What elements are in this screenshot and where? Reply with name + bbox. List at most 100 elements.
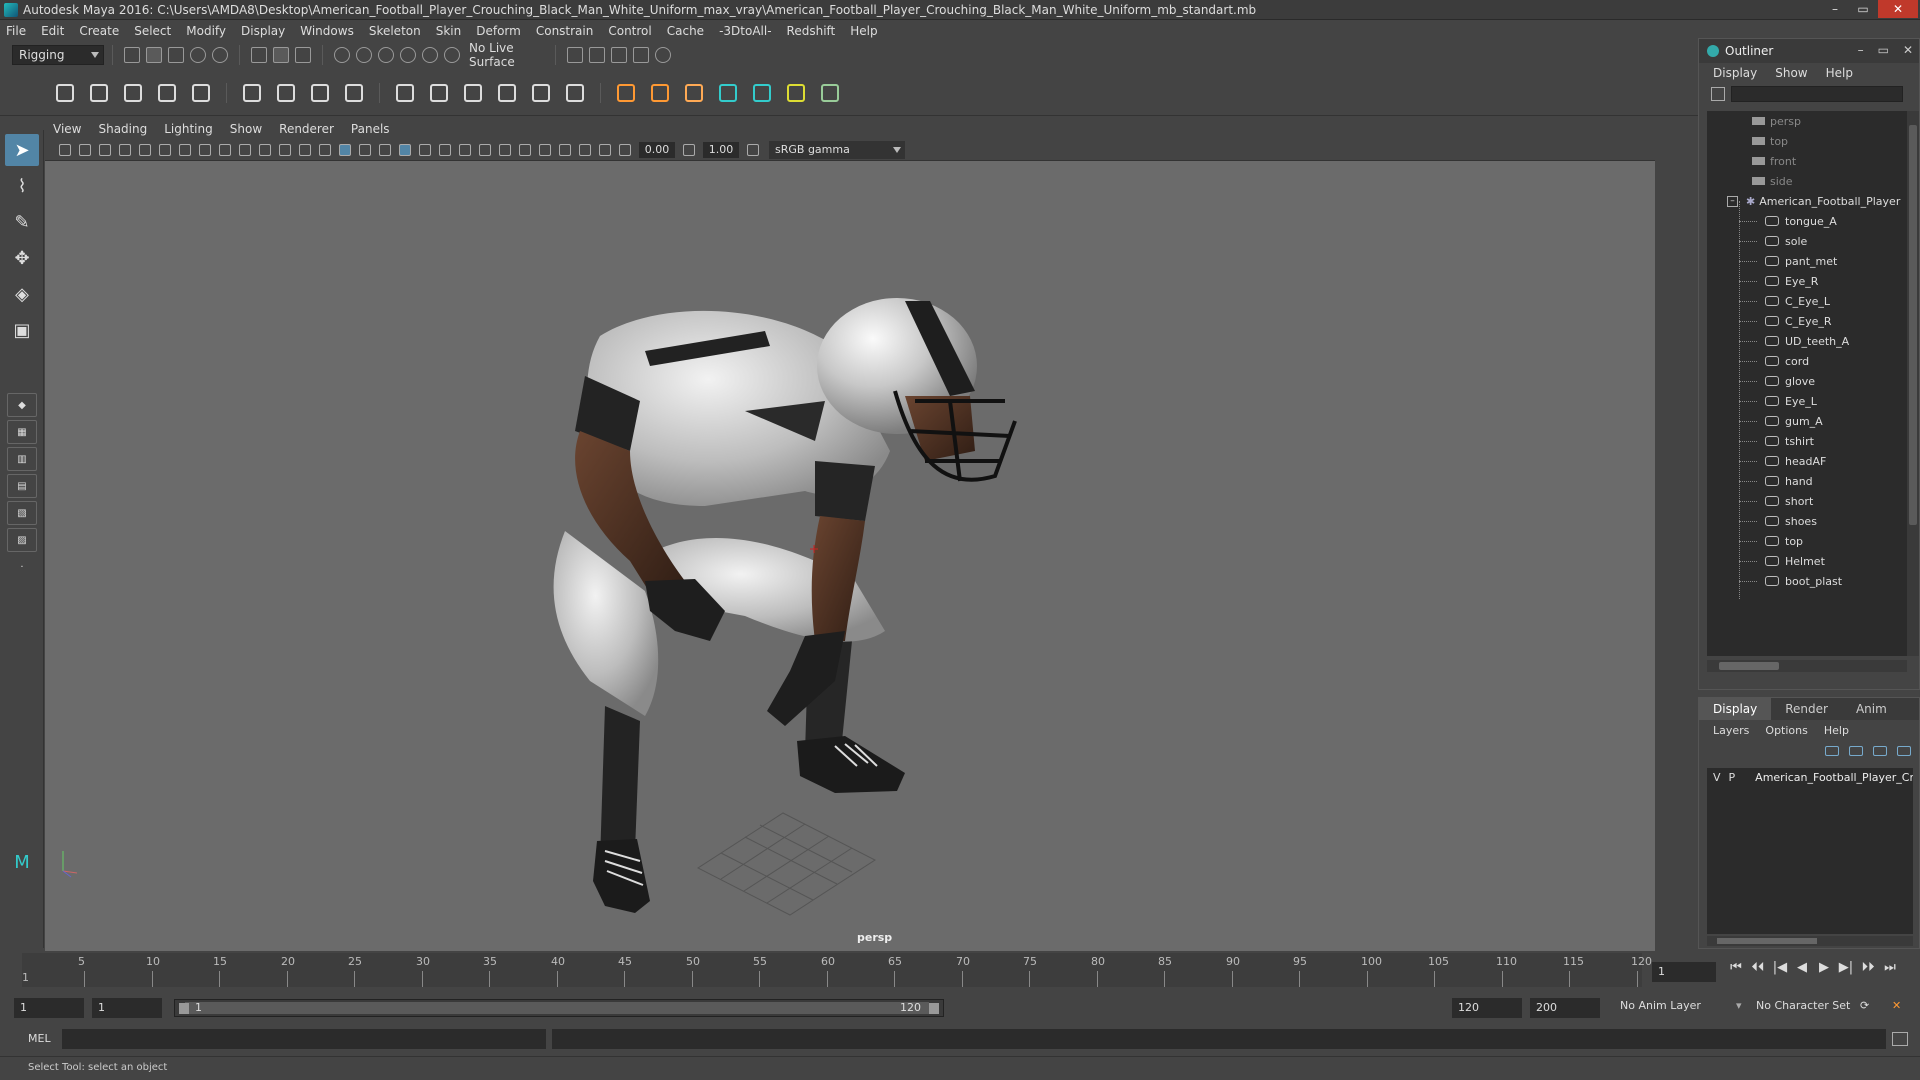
select-object-icon[interactable] (273, 47, 289, 63)
outliner-item[interactable]: Eye_L (1707, 391, 1907, 411)
move-layer-up-icon[interactable] (1825, 746, 1839, 756)
select-hierarchy-icon[interactable] (251, 47, 267, 63)
vp-menu-show[interactable]: Show (230, 122, 262, 136)
bind-skin-icon[interactable] (647, 80, 673, 106)
default-light-icon[interactable] (359, 143, 371, 156)
outliner-item[interactable]: tongue_A (1707, 211, 1907, 231)
save-scene-icon[interactable] (168, 47, 184, 63)
snap-surface-icon[interactable] (422, 47, 438, 63)
collapse-icon[interactable]: – (1727, 195, 1738, 207)
xray-components-icon[interactable] (599, 143, 611, 156)
menu-modify[interactable]: Modify (186, 24, 226, 38)
snap-live-icon[interactable] (444, 47, 460, 63)
snap-curve-icon[interactable] (356, 47, 372, 63)
outliner-item[interactable]: sole (1707, 231, 1907, 251)
go-to-end-button[interactable]: ⏭ (1880, 960, 1900, 975)
menu-3dtoall[interactable]: -3DtoAll- (719, 24, 771, 38)
hik-control-icon[interactable] (749, 80, 775, 106)
step-back-key-button[interactable]: ⏴⏴ (1748, 960, 1768, 975)
outliner-menu-help[interactable]: Help (1826, 66, 1853, 80)
layer-menu-help[interactable]: Help (1824, 724, 1849, 737)
lattice-icon[interactable] (239, 80, 265, 106)
range-end-handle[interactable] (929, 1003, 939, 1014)
layer-menu-options[interactable]: Options (1765, 724, 1807, 737)
ik-spline-icon[interactable] (120, 80, 146, 106)
step-forward-key-button[interactable]: ⏵⏵ (1858, 960, 1878, 975)
outliner-item[interactable]: hand (1707, 471, 1907, 491)
menu-redshift[interactable]: Redshift (787, 24, 836, 38)
outliner-item[interactable]: tshirt (1707, 431, 1907, 451)
orient-constraint-icon[interactable] (460, 80, 486, 106)
vp-menu-renderer[interactable]: Renderer (279, 122, 334, 136)
use-all-lights-icon[interactable] (419, 143, 431, 156)
layer-horizontal-scrollbar[interactable] (1707, 936, 1913, 946)
vp-menu-view[interactable]: View (53, 122, 81, 136)
outliner-item[interactable]: short (1707, 491, 1907, 511)
cluster-icon[interactable] (273, 80, 299, 106)
image-plane-icon[interactable] (119, 143, 131, 156)
move-tool-icon[interactable]: ✥ (5, 242, 39, 274)
script-editor-icon[interactable] (1892, 1032, 1908, 1046)
xray-joints-icon[interactable] (579, 143, 591, 156)
menu-select[interactable]: Select (134, 24, 171, 38)
2d-pan-icon[interactable] (139, 143, 151, 156)
hypershade-icon[interactable] (655, 47, 671, 63)
wireframe-on-shaded-icon[interactable] (379, 143, 391, 156)
hypershade-persp-icon[interactable]: ▨ (7, 528, 37, 552)
command-language-label[interactable]: MEL (28, 1032, 51, 1045)
layer-row[interactable]: V P American_Football_Player_Cr (1707, 768, 1913, 786)
outliner-item[interactable]: headAF (1707, 451, 1907, 471)
wrap-icon[interactable] (307, 80, 333, 106)
render-current-icon[interactable] (589, 47, 605, 63)
outliner-tree[interactable]: persp top front side – ✱ American_Football… (1707, 111, 1907, 656)
menu-constrain[interactable]: Constrain (536, 24, 594, 38)
smooth-shade-icon[interactable] (339, 143, 351, 156)
hik-icon[interactable] (715, 80, 741, 106)
menu-windows[interactable]: Windows (300, 24, 354, 38)
animation-prefs-icon[interactable]: ✕ (1892, 999, 1901, 1012)
soft-mod-icon[interactable] (341, 80, 367, 106)
colorspace-dropdown[interactable]: sRGB gamma (769, 140, 905, 159)
resolution-gate-icon[interactable] (219, 143, 231, 156)
wireframe-icon[interactable] (319, 143, 331, 156)
lasso-tool-icon[interactable]: ⌇ (5, 170, 39, 202)
close-button[interactable]: ✕ (1878, 0, 1918, 18)
render-view-icon[interactable] (567, 47, 583, 63)
outliner-horizontal-scrollbar[interactable] (1707, 660, 1907, 672)
playback-end-field[interactable]: 120 (1452, 998, 1522, 1018)
exposure-field[interactable]: 0.00 (639, 141, 675, 158)
outliner-item-side[interactable]: side (1707, 171, 1907, 191)
outliner-item[interactable]: C_Eye_L (1707, 291, 1907, 311)
film-gate-icon[interactable] (199, 143, 211, 156)
go-to-start-button[interactable]: ⏮ (1726, 960, 1746, 975)
four-view-icon[interactable]: ▦ (7, 420, 37, 444)
menu-skeleton[interactable]: Skeleton (369, 24, 421, 38)
outliner-minimize-button[interactable]: – (1858, 43, 1864, 57)
outliner-persp-icon[interactable]: ▤ (7, 474, 37, 498)
safe-action-icon[interactable] (279, 143, 291, 156)
tab-render[interactable]: Render (1771, 698, 1842, 720)
outliner-vertical-scrollbar[interactable] (1907, 111, 1919, 656)
exposure-icon[interactable] (619, 143, 631, 156)
ik-handle-icon[interactable] (86, 80, 112, 106)
color-management-icon[interactable] (747, 143, 759, 156)
grid-icon[interactable] (179, 143, 191, 156)
tab-anim[interactable]: Anim (1842, 698, 1901, 720)
menu-file[interactable]: File (6, 24, 26, 38)
step-forward-frame-button[interactable]: ▶| (1836, 960, 1856, 975)
outliner-maximize-button[interactable]: ▭ (1878, 43, 1889, 57)
perspective-viewport[interactable]: View Shading Lighting Show Renderer Pane… (45, 119, 1655, 951)
move-layer-down-icon[interactable] (1849, 746, 1863, 756)
minimize-button[interactable]: – (1822, 0, 1848, 18)
menu-create[interactable]: Create (79, 24, 119, 38)
point-constraint-icon[interactable] (426, 80, 452, 106)
step-back-frame-button[interactable]: |◀ (1770, 960, 1790, 975)
screen-space-ao-icon[interactable] (459, 143, 471, 156)
locator-icon[interactable] (613, 80, 639, 106)
snap-view-icon[interactable] (400, 47, 416, 63)
new-layer-icon[interactable] (1873, 746, 1887, 756)
camera-icon[interactable] (59, 143, 71, 156)
outliner-item-group[interactable]: – ✱ American_Football_Player (1707, 191, 1907, 211)
snap-grid-icon[interactable] (334, 47, 350, 63)
bookmark-icon[interactable] (99, 143, 111, 156)
